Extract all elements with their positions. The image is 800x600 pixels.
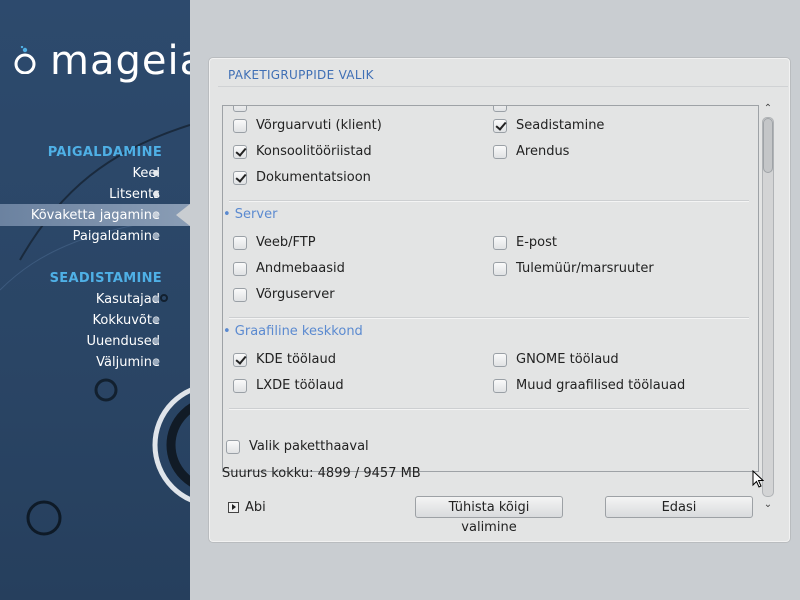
scroll-trough[interactable] <box>762 117 774 497</box>
step-pending-icon <box>153 359 159 365</box>
option-label: Seadistamine <box>516 118 605 133</box>
checkbox[interactable] <box>233 170 247 185</box>
group-title-server: • Server <box>223 207 278 222</box>
step-pending-icon <box>153 233 159 239</box>
option-configuration[interactable]: Seadistamine <box>493 118 604 133</box>
individual-package-selection[interactable]: Valik paketthaaval <box>226 439 369 454</box>
scroll-up-icon[interactable]: ⌃ <box>761 103 775 115</box>
option-network-server[interactable]: Võrguserver <box>233 287 335 302</box>
checkbox[interactable] <box>233 235 247 250</box>
step-pending-icon <box>153 338 159 344</box>
checkbox[interactable] <box>493 118 507 133</box>
group-separator <box>229 317 749 318</box>
step-current-icon <box>153 212 159 218</box>
panel-title: PAKETIGRUPPIDE VALIK <box>228 68 374 82</box>
option-label: Võrguserver <box>256 287 335 302</box>
option-mail[interactable]: E-post <box>493 235 557 250</box>
ring-decoration <box>160 294 168 302</box>
option-label: KDE töölaud <box>256 352 336 367</box>
group-title-graphical: • Graafiline keskkond <box>223 324 363 339</box>
help-label: Abi <box>245 500 266 515</box>
deselect-all-button[interactable]: Tühista kõigi valimine <box>415 496 563 535</box>
checkbox[interactable] <box>233 287 247 302</box>
partial-row <box>233 106 256 112</box>
mouse-pointer-icon <box>752 470 764 488</box>
mageia-logo-icon <box>14 46 36 74</box>
checkbox[interactable] <box>233 144 247 159</box>
option-gnome-desktop[interactable]: GNOME töölaud <box>493 352 619 367</box>
option-label: Muud graafilised töölauad <box>516 378 686 393</box>
step-pending-icon <box>153 296 159 302</box>
option-label: E-post <box>516 235 557 250</box>
sidebar-section-configure: SEADISTAMINE <box>49 271 162 286</box>
checkbox[interactable] <box>233 261 247 276</box>
sidebar-item-partitioning: Kõvaketta jagamine <box>30 208 160 223</box>
option-label: Dokumentatsioon <box>256 170 371 185</box>
checkbox[interactable] <box>493 378 507 393</box>
group-separator <box>229 408 749 409</box>
scroll-thumb[interactable] <box>763 118 773 173</box>
checkbox[interactable] <box>493 352 507 367</box>
next-button[interactable]: Edasi <box>605 496 753 518</box>
option-label: LXDE töölaud <box>256 378 344 393</box>
sidebar-item-updates: Uuendused <box>86 334 160 349</box>
step-done-icon <box>153 170 159 176</box>
option-console-tools[interactable]: Konsoolitööriistad <box>233 144 372 159</box>
help-toggle[interactable]: Abi <box>228 500 266 515</box>
step-pending-icon <box>153 317 159 323</box>
partial-row <box>493 106 516 112</box>
sidebar-item-summary: Kokkuvõte <box>92 313 160 328</box>
brand-name: mageia <box>50 38 190 84</box>
sidebar: mageia PAIGALDAMINE Keel Litsents Kõvake… <box>0 0 190 600</box>
checkbox[interactable] <box>233 378 247 393</box>
option-label: Andmebaasid <box>256 261 345 276</box>
checkbox[interactable] <box>493 235 507 250</box>
scroll-down-icon[interactable]: ⌄ <box>761 499 775 511</box>
checkbox[interactable] <box>493 144 507 159</box>
option-firewall-router[interactable]: Tulemüür/marsruuter <box>493 261 654 276</box>
option-kde-desktop[interactable]: KDE töölaud <box>233 352 336 367</box>
sidebar-item-users: Kasutajad <box>95 292 160 307</box>
title-divider <box>218 86 788 87</box>
option-web-ftp[interactable]: Veeb/FTP <box>233 235 316 250</box>
checkbox[interactable] <box>233 352 247 367</box>
option-label: Konsoolitööriistad <box>256 144 372 159</box>
option-development[interactable]: Arendus <box>493 144 569 159</box>
expander-arrow-icon <box>228 502 239 513</box>
checkbox[interactable] <box>226 439 240 454</box>
package-groups-panel: PAKETIGRUPPIDE VALIK Võrguarvuti (klient… <box>209 58 790 542</box>
checkbox[interactable] <box>233 118 247 133</box>
package-group-list[interactable]: Võrguarvuti (klient) Seadistamine Konsoo… <box>222 105 759 472</box>
sidebar-item-installing: Paigaldamine <box>72 229 160 244</box>
option-label: GNOME töölaud <box>516 352 619 367</box>
option-network-client[interactable]: Võrguarvuti (klient) <box>233 118 382 133</box>
total-size-label: Suurus kokku: 4899 / 9457 MB <box>222 466 421 481</box>
sidebar-section-install: PAIGALDAMINE <box>47 145 162 160</box>
checkbox-partial <box>493 106 507 112</box>
option-lxde-desktop[interactable]: LXDE töölaud <box>233 378 344 393</box>
option-label: Arendus <box>516 144 570 159</box>
option-documentation[interactable]: Dokumentatsioon <box>233 170 371 185</box>
sidebar-active-arrow <box>176 204 190 226</box>
option-database[interactable]: Andmebaasid <box>233 261 345 276</box>
option-other-desktops[interactable]: Muud graafilised töölauad <box>493 378 685 393</box>
option-label: Veeb/FTP <box>256 235 316 250</box>
checkbox[interactable] <box>493 261 507 276</box>
sidebar-item-exit: Väljumine <box>96 355 160 370</box>
option-label: Tulemüür/marsruuter <box>516 261 654 276</box>
group-separator <box>229 200 749 201</box>
checkbox-partial <box>233 106 247 112</box>
vertical-scrollbar[interactable]: ⌃ ⌄ <box>761 103 775 523</box>
option-label: Valik paketthaaval <box>249 439 369 454</box>
option-label: Võrguarvuti (klient) <box>256 118 382 133</box>
step-done-icon <box>153 191 159 197</box>
